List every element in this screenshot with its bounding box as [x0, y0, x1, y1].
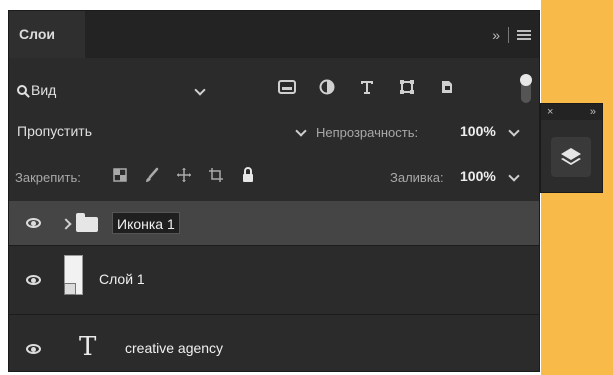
dock-header: × » — [541, 104, 602, 120]
blend-mode-value: Пропустить — [17, 123, 92, 139]
layer-row-smart-object[interactable]: Слой 1 — [9, 246, 539, 314]
panel-header-controls: » — [492, 11, 531, 58]
lock-icons — [111, 166, 257, 184]
close-icon[interactable]: × — [547, 106, 553, 118]
lock-transparent-pixels-icon[interactable] — [111, 166, 129, 184]
layers-panel-button[interactable] — [551, 137, 591, 177]
opacity-field[interactable]: 100% — [460, 119, 524, 143]
visibility-eye-icon[interactable] — [26, 275, 41, 285]
blend-mode-select[interactable]: Пропустить — [17, 119, 311, 143]
smart-object-badge-icon — [64, 283, 76, 295]
chevron-down-icon — [194, 84, 206, 96]
collapse-panel-button[interactable]: » — [492, 27, 500, 43]
opacity-value: 100% — [460, 123, 496, 139]
filter-bar: Вид — [9, 73, 539, 109]
chevron-down-icon — [508, 125, 520, 137]
fill-field[interactable]: 100% — [460, 164, 524, 188]
filter-kind-select[interactable]: Вид — [17, 77, 210, 103]
layer-row-text[interactable]: T creative agency — [9, 315, 539, 371]
filter-toggle[interactable] — [520, 74, 532, 103]
layer-row-group[interactable]: Иконка 1 — [9, 201, 539, 245]
chevron-down-icon — [508, 170, 520, 182]
folder-icon — [76, 213, 98, 232]
text-layer-icon: T — [79, 332, 97, 362]
blend-bar: Пропустить Непрозрачность: 100% — [9, 116, 539, 146]
smart-object-filter-icon[interactable] — [437, 77, 457, 97]
fill-label: Заливка: — [390, 170, 444, 185]
chevron-down-icon — [295, 125, 307, 137]
layer-list: Иконка 1 Слой 1 T creative agency — [9, 201, 539, 371]
lock-image-pixels-icon[interactable] — [143, 166, 161, 184]
opacity-label: Непрозрачность: — [316, 125, 419, 140]
layer-name: creative agency — [125, 340, 224, 356]
layer-name-input[interactable]: Иконка 1 — [112, 212, 180, 234]
visibility-eye-icon[interactable] — [26, 344, 41, 354]
divider — [508, 26, 509, 43]
filter-kind-value: Вид — [31, 82, 57, 98]
visibility-eye-icon[interactable] — [26, 218, 41, 228]
lock-artboard-icon[interactable] — [207, 166, 225, 184]
filter-icons — [277, 77, 457, 97]
layers-icon — [561, 148, 581, 165]
lock-bar: Закрепить: Заливка: 100% — [9, 161, 539, 191]
image-filter-icon[interactable] — [277, 77, 297, 97]
fill-value: 100% — [460, 168, 496, 184]
shape-filter-icon[interactable] — [397, 77, 417, 97]
collapsed-panel-dock: × » — [540, 103, 603, 193]
chevron-right-icon[interactable] — [60, 218, 72, 230]
layer-name: Слой 1 — [99, 271, 145, 287]
lock-label: Закрепить: — [15, 170, 81, 185]
lock-position-icon[interactable] — [175, 166, 193, 184]
panel-tabbar: Слои » — [9, 11, 539, 58]
tab-layers[interactable]: Слои — [9, 11, 85, 58]
lock-all-icon[interactable] — [239, 166, 257, 184]
adjustment-filter-icon[interactable] — [317, 77, 337, 97]
layers-panel: Слои » Вид Пропустить Непрозрачность: 10… — [8, 10, 540, 372]
panel-menu-icon[interactable] — [517, 29, 531, 40]
type-filter-icon[interactable] — [357, 77, 377, 97]
expand-icon[interactable]: » — [590, 106, 596, 118]
search-icon — [17, 85, 27, 95]
